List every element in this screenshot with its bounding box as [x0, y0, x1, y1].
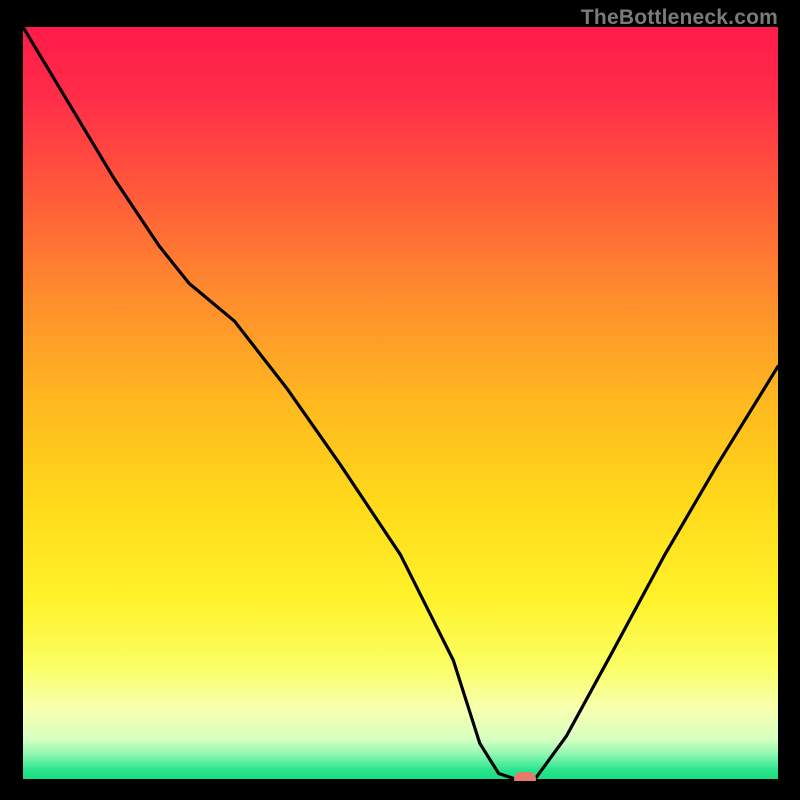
bottleneck-curve — [23, 27, 778, 781]
watermark-text: TheBottleneck.com — [581, 6, 778, 30]
bottleneck-chart: TheBottleneck.com — [0, 0, 800, 800]
optimal-marker — [514, 772, 536, 781]
curve-layer — [23, 27, 778, 781]
plot-area — [23, 27, 778, 781]
